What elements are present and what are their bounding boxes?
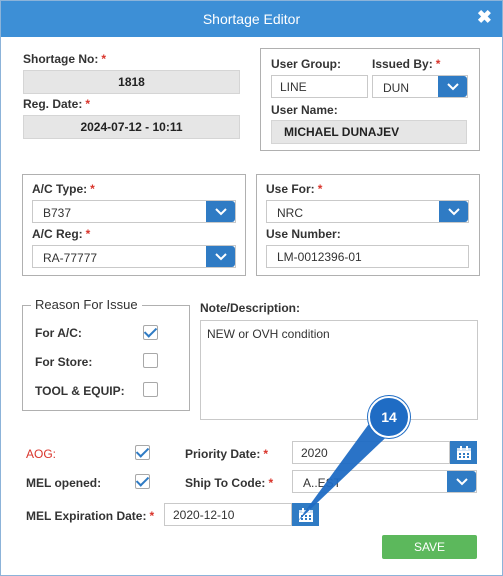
annotation-pointer — [298, 421, 399, 521]
annotation-badge: 14 — [368, 396, 410, 438]
shortage-editor-dialog: Shortage Editor ✖ Shortage No: * 1818 Reg… — [0, 0, 503, 576]
